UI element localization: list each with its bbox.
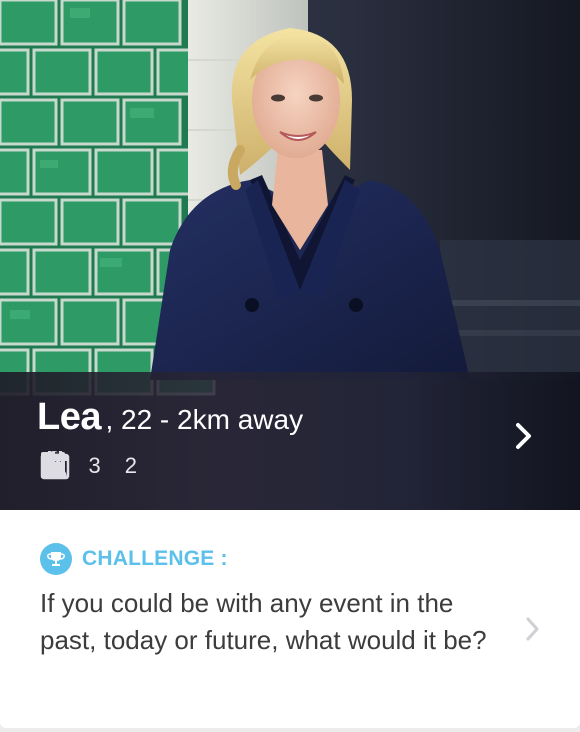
challenge-label: CHALLENGE : bbox=[82, 547, 228, 570]
profile-next-button[interactable] bbox=[514, 422, 550, 462]
profile-details: , 22 - 2km away bbox=[105, 404, 304, 435]
chevron-right-icon bbox=[526, 617, 539, 641]
trophy-glyph bbox=[47, 552, 65, 566]
challenge-header: CHALLENGE : bbox=[40, 543, 228, 575]
challenge-next-button[interactable] bbox=[520, 612, 546, 646]
profile-photo[interactable]: Lea , 22 - 2km away 12 3 bbox=[0, 0, 580, 510]
profile-name: Lea bbox=[37, 396, 101, 438]
profile-info-bar bbox=[0, 372, 580, 510]
profile-card[interactable]: Lea , 22 - 2km away 12 3 bbox=[0, 0, 580, 728]
challenge-question[interactable]: If you could be with any event in the pa… bbox=[40, 585, 500, 659]
events-count: 2 bbox=[124, 453, 137, 478]
stories-stat: 3 bbox=[41, 452, 101, 479]
profile-stats: 12 3 2 bbox=[40, 450, 161, 482]
calendar-icon bbox=[40, 451, 70, 480]
stories-count: 3 bbox=[88, 453, 101, 478]
chevron-right-icon bbox=[516, 423, 531, 449]
events-stat: 2 bbox=[40, 451, 137, 480]
profile-name-line: Lea , 22 - 2km away bbox=[37, 396, 303, 439]
trophy-icon bbox=[40, 543, 72, 575]
